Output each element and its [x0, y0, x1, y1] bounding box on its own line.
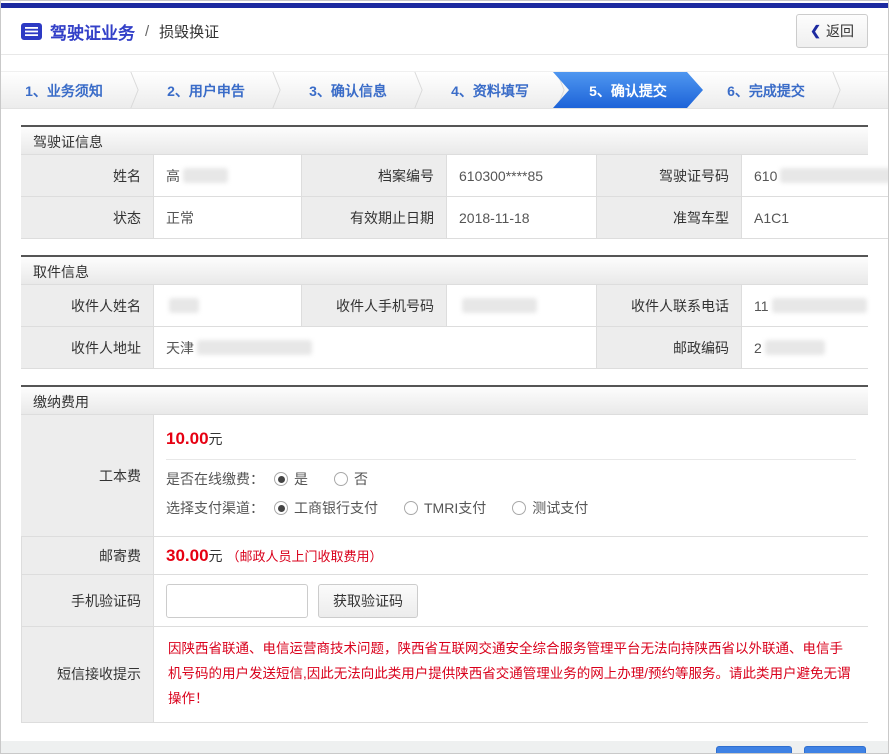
sms-code-label: 手机验证码: [21, 575, 153, 627]
step-2-user-declaration: 2、用户申告: [143, 72, 269, 108]
radio-checked-icon[interactable]: [274, 472, 288, 486]
step-separator: [127, 72, 143, 108]
card-fee-content: 10.00元 是否在线缴费： 是 否 选择支付渠道：: [153, 415, 868, 537]
recipient-name-value: [153, 285, 301, 327]
name-label: 姓名: [21, 155, 153, 197]
recipient-address-label: 收件人地址: [21, 327, 153, 369]
recipient-tel-value: 11: [741, 285, 868, 327]
pickup-info-title: 取件信息: [21, 255, 868, 285]
recipient-mobile-label: 收件人手机号码: [301, 285, 446, 327]
breadcrumb-separator: /: [143, 23, 151, 40]
radio-unchecked-icon[interactable]: [404, 501, 418, 515]
pickup-info-section: 取件信息 收件人姓名 收件人手机号码 收件人联系电话 11 收件人地址 天津 邮…: [21, 255, 868, 369]
online-pay-yes-option[interactable]: 是: [274, 469, 308, 489]
redaction-blur: [772, 298, 867, 313]
sms-code-input[interactable]: [166, 584, 308, 618]
breadcrumb: 驾驶证业务 / 损毁换证: [21, 19, 219, 44]
channel-tmri-label: TMRI支付: [424, 498, 486, 518]
page-title: 驾驶证业务: [50, 19, 135, 44]
step-4-fill-materials: 4、资料填写: [427, 72, 553, 108]
get-code-button[interactable]: 获取验证码: [318, 584, 418, 618]
currency-suffix: 元: [209, 431, 223, 447]
step-3-confirm-info: 3、确认信息: [285, 72, 411, 108]
list-icon: [21, 23, 42, 40]
footer-action-bar: 上一步 完成: [1, 741, 888, 754]
back-chevron-icon: ❮: [810, 23, 821, 39]
pickup-info-table: 收件人姓名 收件人手机号码 收件人联系电话 11 收件人地址 天津 邮政编码 2: [21, 285, 868, 369]
step-1-business-notice: 1、业务须知: [1, 72, 127, 108]
vehicle-class-label: 准驾车型: [596, 197, 741, 239]
back-button-label: 返回: [826, 21, 854, 41]
postal-code-value: 2: [741, 327, 868, 369]
redaction-blur: [183, 168, 228, 183]
recipient-mobile-value: [446, 285, 596, 327]
expiry-date-label: 有效期止日期: [301, 197, 446, 239]
step-wizard: 1、业务须知 2、用户申告 3、确认信息 4、资料填写 5、确认提交 6、完成提…: [1, 71, 888, 109]
sms-tip-label: 短信接收提示: [21, 627, 153, 723]
channel-test-label: 测试支付: [532, 498, 588, 518]
sms-code-content: 获取验证码: [153, 575, 868, 627]
file-number-value: 610300****85: [446, 155, 596, 197]
back-button[interactable]: ❮ 返回: [796, 14, 868, 48]
status-label: 状态: [21, 197, 153, 239]
channel-test-option[interactable]: 测试支付: [512, 498, 588, 518]
redaction-blur: [765, 340, 825, 355]
postage-fee-label: 邮寄费: [21, 537, 153, 575]
step-separator: [829, 72, 845, 108]
redaction-blur: [169, 298, 199, 313]
license-number-label: 驾驶证号码: [596, 155, 741, 197]
redaction-blur: [197, 340, 312, 355]
recipient-tel-label: 收件人联系电话: [596, 285, 741, 327]
file-number-label: 档案编号: [301, 155, 446, 197]
page-subtitle: 损毁换证: [159, 21, 219, 42]
pay-channel-label: 选择支付渠道：: [166, 498, 264, 518]
license-number-value: 610: [741, 155, 889, 197]
sms-tip-content: 因陕西省联通、电信运营商技术问题，陕西省互联网交通安全综合服务管理平台无法向持陕…: [153, 627, 868, 723]
header: 驾驶证业务 / 损毁换证 ❮ 返回: [1, 8, 888, 55]
status-value: 正常: [153, 197, 301, 239]
channel-tmri-option[interactable]: TMRI支付: [404, 498, 486, 518]
license-info-section: 驾驶证信息 姓名 高 档案编号 610300****85 驾驶证号码 610 状…: [21, 125, 868, 239]
redaction-blur: [462, 298, 537, 313]
step-bar-filler: [845, 72, 888, 108]
redaction-blur: [780, 168, 889, 183]
license-info-table: 姓名 高 档案编号 610300****85 驾驶证号码 610 状态 正常 有…: [21, 155, 868, 239]
step-5-confirm-submit-active: 5、确认提交: [553, 72, 703, 108]
step-6-complete-submit: 6、完成提交: [703, 72, 829, 108]
license-info-title: 驾驶证信息: [21, 125, 868, 155]
online-pay-yes-label: 是: [294, 469, 308, 489]
postage-fee-amount: 30.00: [166, 546, 209, 566]
online-pay-label: 是否在线缴费：: [166, 469, 264, 489]
fees-title: 缴纳费用: [21, 385, 868, 415]
expiry-date-value: 2018-11-18: [446, 197, 596, 239]
sms-tip-text: 因陕西省联通、电信运营商技术问题，陕西省互联网交通安全综合服务管理平台无法向持陕…: [154, 627, 868, 722]
postage-note: （邮政人员上门收取费用）: [227, 546, 383, 565]
recipient-name-label: 收件人姓名: [21, 285, 153, 327]
step-separator: [269, 72, 285, 108]
fees-section: 缴纳费用 工本费 10.00元 是否在线缴费： 是 否: [21, 385, 868, 723]
vehicle-class-value: A1C1: [741, 197, 889, 239]
online-pay-no-label: 否: [354, 469, 368, 489]
page: 驾驶证业务 / 损毁换证 ❮ 返回 1、业务须知 2、用户申告 3、确认信息 4…: [0, 0, 889, 754]
postal-code-label: 邮政编码: [596, 327, 741, 369]
fees-table: 工本费 10.00元 是否在线缴费： 是 否: [21, 415, 868, 723]
recipient-address-value: 天津: [153, 327, 596, 369]
card-fee-label: 工本费: [21, 415, 153, 537]
radio-unchecked-icon[interactable]: [512, 501, 526, 515]
currency-suffix: 元: [209, 546, 223, 566]
finish-button[interactable]: 完成: [804, 746, 866, 754]
pay-channel-row: 选择支付渠道： 工商银行支付 TMRI支付 测试支付: [154, 489, 868, 518]
channel-icbc-label: 工商银行支付: [294, 498, 378, 518]
step-separator: [411, 72, 427, 108]
radio-checked-icon[interactable]: [274, 501, 288, 515]
radio-unchecked-icon[interactable]: [334, 472, 348, 486]
channel-icbc-option[interactable]: 工商银行支付: [274, 498, 378, 518]
previous-step-button[interactable]: 上一步: [716, 746, 792, 754]
online-pay-row: 是否在线缴费： 是 否: [154, 460, 868, 489]
card-fee-amount: 10.00: [166, 429, 209, 448]
online-pay-no-option[interactable]: 否: [334, 469, 368, 489]
postage-fee-content: 30.00元 （邮政人员上门收取费用）: [153, 537, 868, 575]
name-value: 高: [153, 155, 301, 197]
